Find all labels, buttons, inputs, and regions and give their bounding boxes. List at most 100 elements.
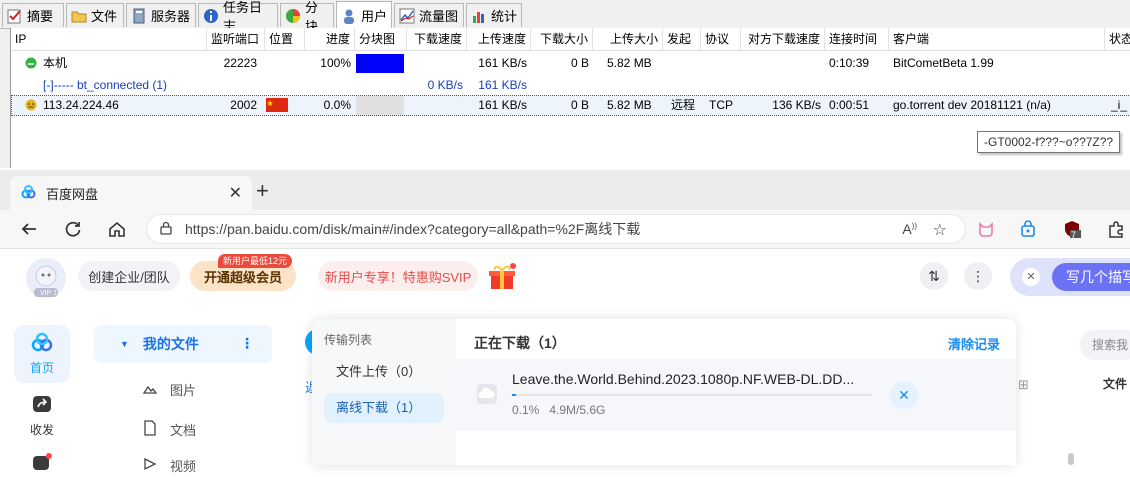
baidu-netdisk-page: VIP 1 创建企业/团队 开通超级会员 新用户最低12元 新用户专享！特惠购S…: [0, 249, 1130, 474]
refresh-icon[interactable]: [62, 218, 84, 240]
transfer-list-icon[interactable]: ⇅: [920, 262, 948, 290]
cat-extension-icon[interactable]: [976, 219, 996, 239]
more-menu-icon[interactable]: ⋮: [964, 262, 992, 290]
url-text: https://pan.baidu.com/disk/main#/index?c…: [185, 221, 641, 237]
col-initiator[interactable]: 发起: [663, 28, 701, 50]
svg-text:VIP 1: VIP 1: [40, 290, 57, 297]
read-aloud-icon[interactable]: A)): [902, 221, 917, 237]
back-icon[interactable]: [18, 218, 40, 240]
col-protocol[interactable]: 协议: [701, 28, 741, 50]
bag-extension-icon[interactable]: [1018, 219, 1038, 239]
sidebar-item-share[interactable]: 收发: [14, 387, 70, 445]
tab-statistics[interactable]: 统计: [466, 3, 522, 27]
clear-records-button[interactable]: 清除记录: [948, 334, 1000, 353]
col-connect-time[interactable]: 连接时间: [825, 28, 889, 50]
col-peer-download-speed[interactable]: 对方下载速度: [741, 28, 825, 50]
image-icon: [142, 380, 158, 399]
tab-summary[interactable]: 摘要: [2, 3, 64, 27]
downloading-title: 正在下载（1）: [474, 335, 566, 351]
svip-promo-button[interactable]: 新用户专享！特惠购SVIP: [318, 261, 478, 291]
peer-upload-speed: 161 KB/s: [478, 98, 527, 112]
col-port[interactable]: 监听端口: [207, 28, 265, 50]
peer-download-size: 0 B: [570, 56, 589, 70]
tab-label: 流量图: [419, 9, 459, 24]
document-icon: [142, 419, 158, 439]
col-ip[interactable]: IP: [11, 28, 207, 50]
peer-port: 2002: [230, 98, 257, 112]
peer-upload-speed: 161 KB/s: [478, 56, 527, 70]
tab-peers[interactable]: 用户: [336, 1, 392, 29]
scrollbar-thumb[interactable]: [1068, 453, 1074, 465]
nav-images[interactable]: 图片: [142, 379, 196, 399]
nav-documents[interactable]: 文档: [142, 419, 196, 439]
group-upload-speed: 161 KB/s: [478, 78, 527, 92]
browser-tab-title: 百度网盘: [46, 186, 99, 202]
write-banner: ✕ 写几个描写: [1010, 258, 1130, 296]
col-status[interactable]: 状态: [1105, 28, 1130, 50]
new-tab-icon[interactable]: +: [256, 180, 269, 202]
peer-connect-time: 0:00:51: [829, 98, 870, 112]
tab-pieces[interactable]: 分块: [280, 0, 334, 34]
lock-icon[interactable]: [159, 221, 173, 238]
ublock-shield-icon[interactable]: 7: [1062, 219, 1082, 240]
transfer-offline-item[interactable]: 离线下载（1）: [324, 393, 444, 423]
peer-row-local[interactable]: 本机 22223 100% 161 KB/s 0 B 5.82 MB 0:10:…: [11, 53, 1130, 74]
nav-my-files[interactable]: ▼ 我的文件 ⋮: [94, 325, 272, 363]
write-button[interactable]: 写几个描写: [1052, 263, 1130, 291]
nav-videos[interactable]: 视频: [142, 455, 196, 475]
peers-header: IP 监听端口 位置 进度 分块图 下载速度 上传速度 下载大小 上传大小 发起…: [11, 28, 1130, 51]
nav-my-files-label: 我的文件: [142, 336, 199, 352]
col-download-speed[interactable]: 下载速度: [407, 28, 467, 50]
tab-label: 摘要: [27, 9, 54, 24]
tab-traffic-chart[interactable]: 流量图: [394, 3, 464, 27]
tab-servers[interactable]: 服务器: [126, 3, 196, 27]
banner-close-icon[interactable]: ✕: [1022, 268, 1040, 286]
peer-port: 22223: [223, 56, 257, 70]
address-bar[interactable]: https://pan.baidu.com/disk/main#/index?c…: [146, 214, 966, 244]
search-input[interactable]: 搜索我: [1080, 330, 1130, 360]
apps-icon: [31, 452, 53, 473]
sidebar-item-home[interactable]: 首页: [14, 325, 70, 383]
tab-files[interactable]: 文件: [66, 3, 124, 27]
peer-progress: 0.0%: [323, 98, 351, 112]
user-avatar[interactable]: VIP 1: [26, 258, 66, 298]
peer-smiley-icon: [21, 95, 41, 116]
line-chart-icon: [399, 8, 415, 24]
sidebar-item-more[interactable]: [14, 447, 70, 477]
peer-client: BitCometBeta 1.99: [893, 56, 994, 70]
close-tab-icon[interactable]: ✕: [229, 183, 242, 203]
peer-connect-time: 0:10:39: [829, 56, 870, 70]
nav-label: 文档: [170, 422, 197, 438]
peer-upload-size: 5.82 MB: [607, 56, 652, 70]
col-location[interactable]: 位置: [265, 28, 305, 50]
sidebar-label: 收发: [29, 423, 54, 437]
china-flag-icon: [266, 95, 290, 116]
col-progress[interactable]: 进度: [305, 28, 355, 50]
col-download-size[interactable]: 下载大小: [531, 28, 593, 50]
nav-label: 视频: [170, 458, 197, 474]
col-client[interactable]: 客户端: [889, 28, 1105, 50]
col-piece-map[interactable]: 分块图: [355, 28, 407, 50]
create-team-button[interactable]: 创建企业/团队: [78, 261, 180, 291]
group-label[interactable]: [-]----- bt_connected (1): [39, 75, 209, 96]
peer-group-row[interactable]: [-]----- bt_connected (1) 0 KB/s 161 KB/…: [11, 75, 1130, 96]
download-task[interactable]: Leave.the.World.Behind.2023.1080p.NF.WEB…: [456, 359, 1016, 431]
task-size: 4.9M/5.6G: [549, 403, 606, 417]
transfer-upload-item[interactable]: 文件上传（0）: [324, 357, 444, 387]
peer-row-remote[interactable]: 113.24.224.46 2002 0.0% 161 KB/s 0 B 5.8…: [11, 95, 1130, 116]
peer-upload-size: 5.82 MB: [607, 98, 652, 112]
server-icon: [131, 8, 147, 24]
browser-tab[interactable]: 百度网盘 ✕: [10, 176, 252, 210]
grid-view-icon[interactable]: ⊞: [1018, 377, 1029, 393]
kebab-icon[interactable]: ⋮: [240, 335, 254, 352]
tab-label: 统计: [491, 9, 518, 24]
col-upload-speed[interactable]: 上传速度: [467, 28, 531, 50]
peer-progress: 100%: [320, 56, 351, 70]
gift-icon[interactable]: [488, 263, 516, 291]
puzzle-extensions-icon[interactable]: [1106, 219, 1126, 239]
tab-task-log[interactable]: 任务日志: [198, 0, 278, 34]
home-icon[interactable]: [106, 218, 128, 240]
cancel-task-icon[interactable]: ✕: [890, 381, 918, 409]
favorite-star-icon[interactable]: ☆: [933, 220, 947, 240]
col-upload-size[interactable]: 上传大小: [593, 28, 663, 50]
